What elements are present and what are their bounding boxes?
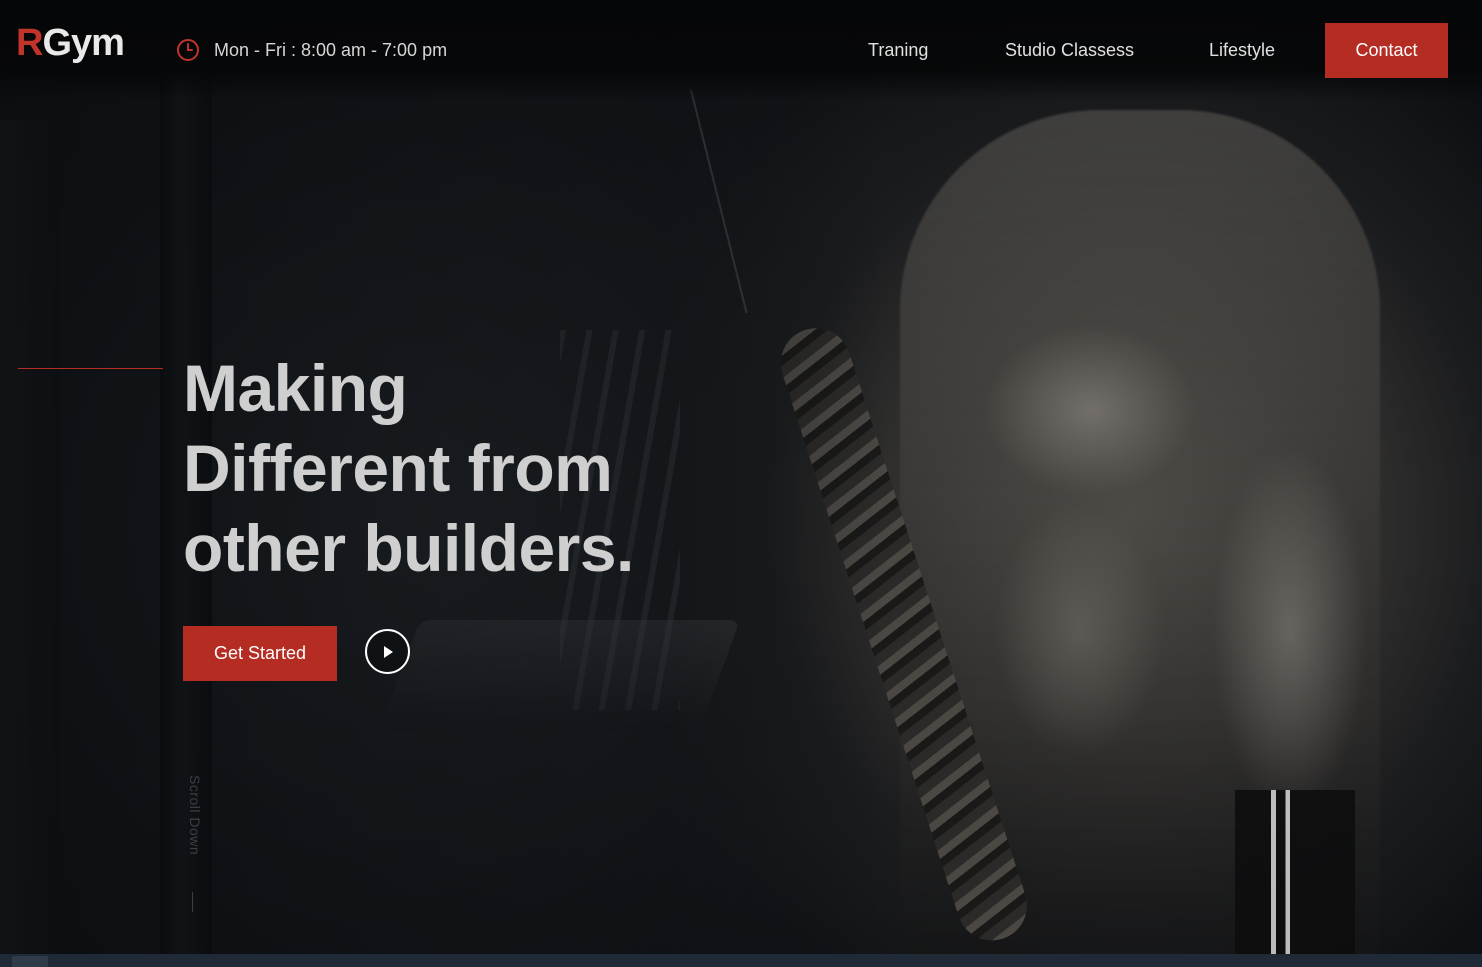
headline-line: other builders. [183, 511, 634, 585]
headline-line: Making [183, 351, 408, 425]
clock-icon [177, 39, 199, 61]
play-video-button[interactable] [365, 629, 410, 674]
site-header: RGym Mon - Fri : 8:00 am - 7:00 pm Trani… [0, 0, 1482, 100]
taskbar-button[interactable] [12, 956, 48, 967]
logo-accent: R [16, 22, 43, 64]
hours-text: Mon - Fri : 8:00 am - 7:00 pm [214, 39, 448, 60]
os-taskbar [0, 954, 1482, 967]
headline-line: Different from [183, 431, 613, 505]
hero-headline: Making Different from other builders. [183, 348, 634, 588]
opening-hours: Mon - Fri : 8:00 am - 7:00 pm [176, 38, 447, 62]
accent-divider [18, 368, 163, 369]
contact-button[interactable]: Contact [1325, 23, 1448, 78]
get-started-button[interactable]: Get Started [183, 626, 337, 681]
play-icon [383, 645, 393, 658]
nav-item-studio-classes[interactable]: Studio Classess [1005, 40, 1134, 61]
logo-text: Gym [42, 22, 124, 64]
scroll-down-label[interactable]: Scroll Down [183, 775, 203, 885]
scroll-indicator-line [192, 892, 193, 912]
nav-item-lifestyle[interactable]: Lifestyle [1209, 40, 1275, 61]
nav-item-training[interactable]: Traning [868, 40, 928, 61]
hero-section: RGym Mon - Fri : 8:00 am - 7:00 pm Trani… [0, 0, 1482, 954]
logo[interactable]: RGym [16, 22, 125, 65]
